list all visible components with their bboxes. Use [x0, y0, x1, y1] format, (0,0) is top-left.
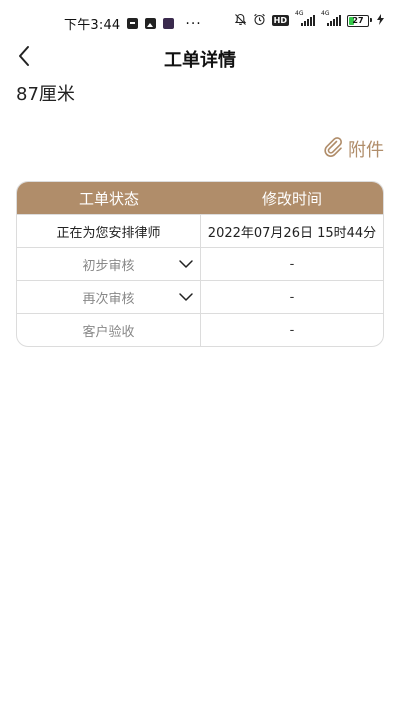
table-row[interactable]: 再次审核 -: [17, 280, 383, 313]
signal-icon-2: 4G: [321, 11, 341, 26]
status-bar-right: HD 4G 4G 27: [234, 11, 384, 28]
status-cell: 初步审核: [17, 248, 201, 280]
time-cell: 2022年07月26日 15时44分: [207, 225, 377, 241]
status-label: 再次审核: [82, 291, 135, 307]
header-status: 工单状态: [78, 189, 139, 208]
battery-icon: 27: [347, 14, 372, 27]
table-row: 正在为您安排律师 2022年07月26日 15时44分: [17, 214, 383, 247]
attachment-button[interactable]: 附件: [322, 135, 384, 162]
alarm-clock-icon: [253, 13, 266, 28]
chevron-down-icon[interactable]: [178, 289, 194, 305]
app-notification-icon: [163, 18, 175, 29]
table-header: 工单状态 修改时间: [17, 182, 383, 214]
time-cell: -: [289, 322, 295, 338]
status-bar: 下午3:44 ··· HD 4G 4G 27: [0, 0, 400, 36]
mute-bell-icon: [234, 13, 247, 28]
signal-icon: 4G: [295, 11, 315, 26]
chevron-down-icon[interactable]: [178, 256, 194, 272]
hd-voice-icon: HD: [271, 15, 289, 26]
status-table: 工单状态 修改时间 正在为您安排律师 2022年07月26日 15时44分 初步…: [16, 181, 384, 347]
status-bar-left: 下午3:44 ···: [64, 14, 202, 34]
header-time: 修改时间: [261, 189, 322, 208]
charging-icon: [377, 13, 384, 28]
network-type-label-2: 4G: [321, 10, 330, 17]
nav-bar: 工单详情: [0, 38, 400, 74]
status-time: 下午3:44: [64, 18, 121, 33]
status-cell: 客户验收: [17, 314, 201, 346]
more-notifications-icon: ···: [185, 15, 202, 32]
time-cell: -: [289, 256, 295, 272]
notification-app-icon: [127, 18, 139, 29]
network-type-label: 4G: [295, 10, 304, 17]
status-cell: 再次审核: [17, 281, 201, 313]
table-row[interactable]: 初步审核 -: [17, 247, 383, 280]
battery-level: 27: [352, 15, 364, 25]
time-cell: -: [289, 289, 295, 305]
attachment-label: 附件: [348, 139, 384, 161]
gallery-notification-icon: [145, 18, 157, 29]
page-title: 工单详情: [164, 50, 236, 71]
paperclip-icon: [322, 135, 344, 162]
table-row: 客户验收 -: [17, 313, 383, 346]
ticket-subject: 87厘米: [16, 84, 75, 105]
status-label: 初步审核: [82, 258, 135, 274]
status-cell: 正在为您安排律师: [17, 215, 201, 247]
